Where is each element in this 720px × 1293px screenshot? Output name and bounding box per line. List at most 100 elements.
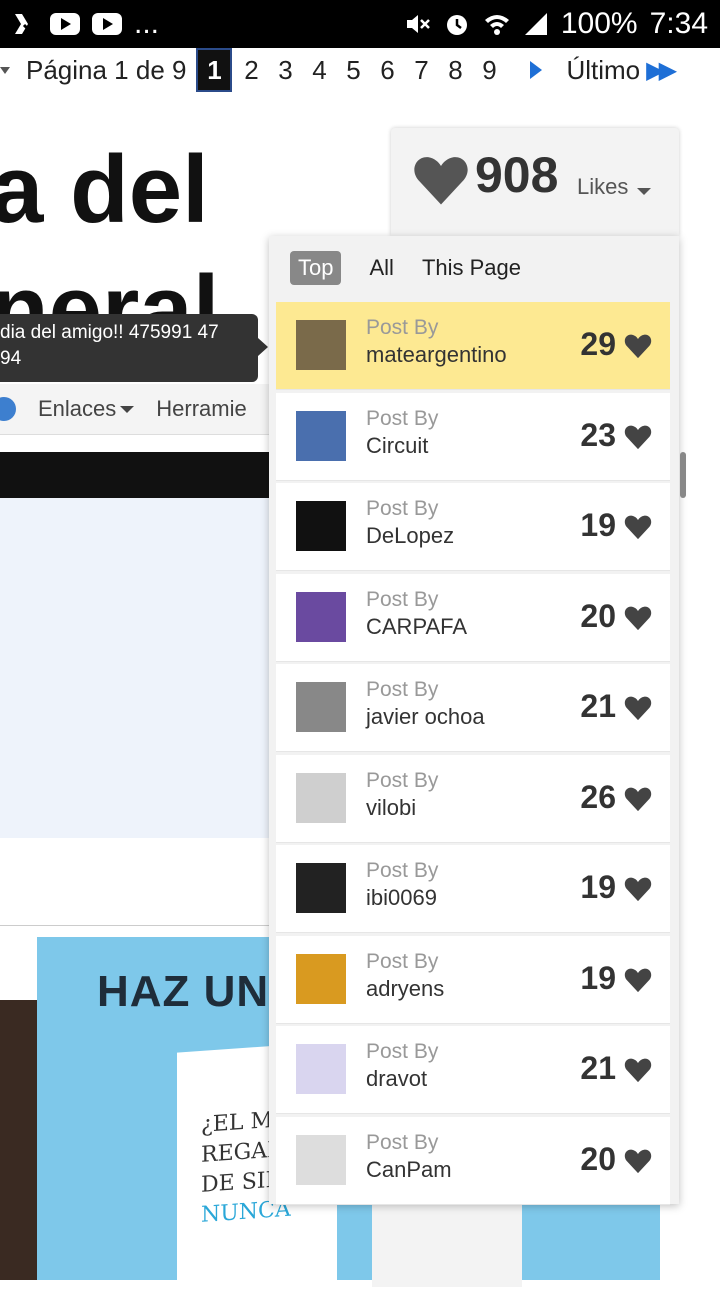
heart-icon	[624, 606, 652, 630]
page-link-8[interactable]: 8	[440, 50, 470, 90]
like-count: 20	[580, 1140, 616, 1177]
avatar[interactable]	[296, 863, 346, 913]
post-by-label: Post By	[366, 1130, 439, 1154]
nav-tools-menu[interactable]: Herramie	[156, 396, 246, 422]
post-author-link[interactable]: CARPAFA	[366, 614, 467, 640]
avatar[interactable]	[296, 953, 346, 1004]
last-page-link[interactable]: Último	[566, 55, 640, 86]
tooltip-text: dia del amigo!! 475991 47 94	[0, 322, 219, 369]
post-by-label: Post By	[366, 859, 439, 882]
post-author-link[interactable]: ibi0069	[366, 885, 437, 911]
list-item[interactable]: Post By mateargentino 29	[276, 302, 670, 390]
avatar[interactable]	[296, 501, 346, 551]
heart-icon	[624, 1058, 652, 1083]
tab-all[interactable]: All	[369, 251, 393, 285]
list-item[interactable]: Post By javier ochoa 21	[276, 664, 670, 752]
globe-icon	[0, 397, 16, 421]
like-count: 19	[580, 507, 616, 543]
forum-navbar: Enlaces Herramie	[0, 384, 290, 435]
post-author-link[interactable]: vilobi	[366, 795, 416, 821]
avatar[interactable]	[296, 772, 346, 823]
list-item[interactable]: Post By CanPam 20	[276, 1116, 670, 1205]
post-author-link[interactable]: adryens	[366, 976, 444, 1002]
page-link-5[interactable]: 5	[338, 50, 368, 90]
like-count: 19	[580, 959, 616, 996]
page-link-9[interactable]: 9	[474, 50, 504, 90]
pagination: Página 1 de 9 1 2 3 4 5 6 7 8 9 Último ▶…	[0, 48, 720, 92]
status-bar: ... 100% 7:34	[0, 0, 720, 48]
avatar[interactable]	[296, 591, 346, 642]
avatar[interactable]	[296, 410, 346, 461]
more-notifications: ...	[134, 7, 160, 40]
like-count: 20	[580, 597, 616, 634]
ad-image-edge	[0, 1000, 37, 1280]
list-item[interactable]: Post By ibi0069 19	[276, 845, 670, 933]
heart-icon	[624, 787, 652, 811]
likes-label: Likes	[577, 174, 629, 199]
post-by-label: Post By	[366, 316, 439, 339]
like-count: 21	[580, 1050, 616, 1086]
double-chevron-right-icon[interactable]: ▶▶	[646, 56, 677, 85]
list-item[interactable]: Post By dravot 21	[276, 1026, 670, 1114]
divider	[0, 925, 290, 926]
heart-icon	[624, 696, 652, 721]
alarm-icon	[443, 10, 471, 38]
chevron-down-icon	[120, 405, 135, 413]
avatar[interactable]	[296, 1134, 346, 1185]
content-panel	[0, 498, 290, 838]
post-author-link[interactable]: CanPam	[366, 1157, 452, 1183]
heart-icon	[624, 334, 652, 359]
mute-icon	[403, 10, 431, 38]
page-dropdown-caret-icon[interactable]	[0, 66, 10, 74]
post-author-link[interactable]: mateargentino	[366, 342, 507, 368]
page-link-1[interactable]: 1	[196, 48, 233, 92]
post-by-label: Post By	[366, 497, 439, 520]
likes-count: 908	[475, 147, 559, 203]
list-item[interactable]: Post By Circuit 23	[276, 392, 670, 481]
page-count-label[interactable]: Página 1 de 9	[18, 54, 195, 86]
likes-dropdown: Top All This Page Post By mateargentino 29…	[269, 236, 679, 1205]
avatar[interactable]	[296, 1044, 346, 1094]
page-scrollbar[interactable]	[680, 452, 686, 498]
post-author-link[interactable]: DeLopez	[366, 523, 454, 549]
list-item[interactable]: Post By CARPAFA 20	[276, 573, 670, 662]
nav-tools-label: Herramie	[156, 396, 247, 421]
post-author-link[interactable]: Circuit	[366, 433, 428, 459]
avatar[interactable]	[296, 320, 346, 370]
page-link-4[interactable]: 4	[304, 50, 334, 90]
heart-icon	[624, 425, 652, 449]
heart-icon	[624, 877, 652, 902]
heart-icon	[624, 1149, 652, 1173]
check-notification-icon	[12, 11, 38, 37]
heart-icon	[624, 968, 652, 992]
avatar[interactable]	[296, 682, 346, 732]
post-author-link[interactable]: javier ochoa	[366, 704, 485, 730]
list-item[interactable]: Post By adryens 19	[276, 935, 670, 1024]
page-link-6[interactable]: 6	[372, 50, 402, 90]
like-count: 19	[580, 869, 616, 905]
battery-percent: 100%	[560, 7, 638, 40]
heart-icon	[624, 515, 652, 540]
ad-headline: HAZ UN	[97, 967, 270, 1016]
wifi-icon	[483, 10, 511, 38]
like-count: 23	[580, 416, 616, 453]
tooltip: dia del amigo!! 475991 47 94	[0, 314, 268, 382]
page-link-7[interactable]: 7	[406, 50, 436, 90]
page-link-3[interactable]: 3	[270, 50, 300, 90]
post-by-label: Post By	[366, 587, 439, 611]
nav-links-menu[interactable]: Enlaces	[38, 396, 135, 422]
clock-time: 7:34	[649, 7, 708, 40]
like-count: 21	[580, 688, 616, 724]
post-by-label: Post By	[366, 949, 439, 973]
youtube-icon-2	[92, 13, 122, 35]
next-page-icon[interactable]	[530, 61, 543, 79]
likes-button[interactable]: 908 Likes	[391, 128, 679, 236]
list-item[interactable]: Post By DeLopez 19	[276, 483, 670, 571]
post-by-label: Post By	[366, 768, 439, 792]
list-item[interactable]: Post By vilobi 26	[276, 754, 670, 843]
post-by-label: Post By	[366, 406, 439, 430]
tab-top[interactable]: Top	[290, 251, 342, 285]
page-link-2[interactable]: 2	[236, 50, 266, 90]
post-author-link[interactable]: dravot	[366, 1066, 427, 1092]
tab-this-page[interactable]: This Page	[422, 251, 521, 285]
